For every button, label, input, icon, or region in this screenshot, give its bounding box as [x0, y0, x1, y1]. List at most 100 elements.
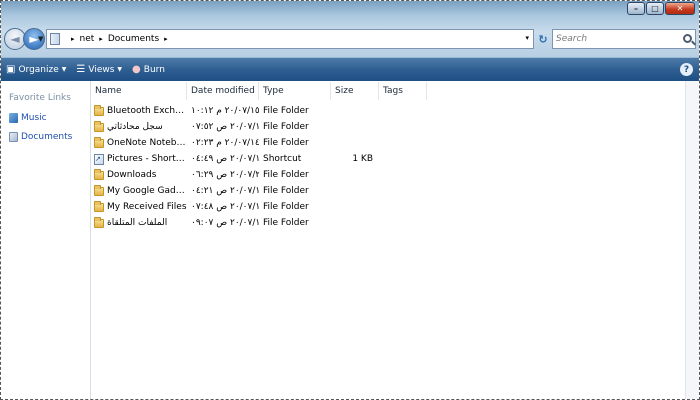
burn-button[interactable]: ● Burn — [127, 58, 170, 81]
column-header-tags[interactable]: Tags — [379, 82, 427, 100]
chevron-down-icon: ▼ — [117, 66, 123, 73]
file-type: File Folder — [263, 202, 309, 212]
file-date: ٢٠/٠٧/٢٦ ص ٠٦:٢٩ — [191, 170, 259, 180]
navigation-row: ◄ ► ▼ ▸ net ▸ Documents ▸ ▾ ↻ Search — [1, 25, 699, 53]
column-header-date-modified[interactable]: Date modified — [187, 82, 259, 100]
file-type: File Folder — [263, 138, 309, 148]
file-name: سجل محادثاتي — [107, 122, 163, 132]
file-date: ٢٠/٠٧/١٥ ص ٠٧:٥٢ — [191, 122, 259, 132]
column-header-type[interactable]: Type — [259, 82, 331, 100]
breadcrumb: ▸ net ▸ Documents ▸ — [66, 34, 168, 44]
file-name-cell: سجل محادثاتي — [91, 119, 187, 135]
breadcrumb-item-net[interactable]: net — [80, 34, 95, 44]
folder-icon — [94, 136, 104, 148]
file-name: Downloads — [107, 170, 157, 180]
file-row[interactable]: My Google Gadgets ٢٠/٠٧/١٥ ص ٠٤:٢١ File … — [91, 183, 375, 199]
recent-pages-dropdown-icon[interactable]: ▼ — [38, 35, 43, 43]
file-name-cell: My Google Gadgets — [91, 183, 187, 199]
close-button[interactable]: ✕ — [665, 2, 695, 15]
file-date: ٢٠/٠٧/١٥ م ١٠:١٢ — [191, 106, 259, 116]
file-type: Shortcut — [263, 154, 302, 164]
vertical-scrollbar[interactable] — [685, 81, 699, 399]
refresh-button[interactable]: ↻ — [535, 29, 551, 49]
file-date: ٢٠/٠٧/١٠ ص ٠٤:٤٩ — [191, 154, 259, 164]
breadcrumb-separator-icon[interactable]: ▸ — [164, 35, 168, 43]
file-size — [331, 183, 375, 199]
title-bar: – □ ✕ ◄ ► ▼ ▸ net ▸ Documents ▸ ▾ ↻ Sear… — [1, 1, 699, 57]
search-icon[interactable] — [683, 34, 692, 43]
breadcrumb-separator-icon[interactable]: ▸ — [71, 35, 75, 43]
file-date: ٢٠/٠٧/١٥ ص ٠٧:٤٨ — [191, 202, 259, 212]
organize-icon: ▣ — [6, 64, 16, 75]
favorite-link-documents[interactable]: Documents — [9, 132, 72, 142]
file-name: OneNote Notebooks — [107, 138, 187, 148]
file-size — [331, 119, 375, 135]
file-size — [331, 199, 375, 215]
search-placeholder: Search — [556, 34, 588, 44]
folder-icon — [94, 216, 104, 228]
file-name-cell: Bluetooth Exchange Fo... — [91, 103, 187, 119]
file-row[interactable]: Pictures - Shortcut ٢٠/٠٧/١٠ ص ٠٤:٤٩ Sho… — [91, 151, 375, 167]
file-name-cell: Downloads — [91, 167, 187, 183]
views-button[interactable]: ☰ Views ▼ — [71, 58, 127, 81]
chevron-down-icon: ▼ — [61, 66, 67, 73]
views-label: Views — [88, 64, 115, 75]
views-icon: ☰ — [76, 64, 86, 75]
file-name: My Received Files — [107, 202, 187, 212]
file-type: File Folder — [263, 106, 309, 116]
file-row[interactable]: الملفات المتلقاة ٢٠/٠٧/١٤ ص ٠٩:٠٧ File F… — [91, 215, 375, 231]
help-button[interactable]: ? — [680, 63, 693, 76]
file-name-cell: الملفات المتلقاة — [91, 215, 187, 231]
maximize-button[interactable]: □ — [646, 2, 664, 15]
column-header-name[interactable]: Name — [91, 82, 187, 100]
file-name: Bluetooth Exchange Fo... — [107, 106, 187, 116]
column-header-filler — [427, 82, 699, 100]
shortcut-icon — [94, 151, 104, 167]
file-row[interactable]: Downloads ٢٠/٠٧/٢٦ ص ٠٦:٢٩ File Folder — [91, 167, 375, 183]
organize-label: Organize — [18, 64, 59, 75]
file-name-cell: Pictures - Shortcut — [91, 151, 187, 167]
file-name: Pictures - Shortcut — [107, 154, 187, 164]
music-icon — [9, 113, 18, 123]
file-name: My Google Gadgets — [107, 186, 187, 196]
file-name-cell: OneNote Notebooks — [91, 135, 187, 151]
disc-icon: ● — [132, 64, 141, 75]
file-name-cell: My Received Files — [91, 199, 187, 215]
file-row[interactable]: OneNote Notebooks ٢٠/٠٧/١٤ م ٠٢:٢٣ File … — [91, 135, 375, 151]
address-bar[interactable]: ▸ net ▸ Documents ▸ ▾ — [46, 29, 534, 49]
file-row[interactable]: Bluetooth Exchange Fo... ٢٠/٠٧/١٥ م ١٠:١… — [91, 103, 375, 119]
favorite-link-label: Music — [21, 113, 47, 123]
favorite-link-label: Documents — [21, 132, 73, 142]
explorer-window: – □ ✕ ◄ ► ▼ ▸ net ▸ Documents ▸ ▾ ↻ Sear… — [0, 0, 700, 400]
column-headers: Name Date modified Type Size Tags — [91, 82, 699, 100]
file-size — [331, 103, 375, 119]
file-row[interactable]: My Received Files ٢٠/٠٧/١٥ ص ٠٧:٤٨ File … — [91, 199, 375, 215]
burn-label: Burn — [143, 64, 165, 75]
file-row[interactable]: سجل محادثاتي ٢٠/٠٧/١٥ ص ٠٧:٥٢ File Folde… — [91, 119, 375, 135]
navigation-pane: Favorite Links Music Documents — [1, 81, 91, 399]
folder-icon — [94, 104, 104, 116]
computer-icon — [50, 33, 60, 45]
column-header-size[interactable]: Size — [331, 82, 379, 100]
favorite-links-heading: Favorite Links — [9, 93, 71, 103]
caption-buttons: – □ ✕ — [626, 2, 695, 16]
file-size: 1 KB — [352, 154, 373, 164]
folder-icon — [94, 168, 104, 180]
search-input[interactable]: Search — [552, 29, 696, 49]
favorite-link-music[interactable]: Music — [9, 113, 47, 123]
file-date: ٢٠/٠٧/١٥ ص ٠٤:٢١ — [191, 186, 259, 196]
file-size — [331, 215, 375, 231]
file-size — [331, 167, 375, 183]
file-list: Name Date modified Type Size Tags Blueto… — [91, 81, 699, 399]
organize-button[interactable]: ▣ Organize ▼ — [1, 58, 71, 81]
breadcrumb-item-documents[interactable]: Documents — [108, 34, 159, 44]
file-date: ٢٠/٠٧/١٤ ص ٠٩:٠٧ — [191, 218, 259, 228]
folder-icon — [94, 184, 104, 196]
folder-icon — [94, 120, 104, 132]
minimize-button[interactable]: – — [627, 2, 645, 15]
file-date: ٢٠/٠٧/١٤ م ٠٢:٢٣ — [191, 138, 259, 148]
file-type: File Folder — [263, 170, 309, 180]
address-dropdown-icon[interactable]: ▾ — [525, 34, 529, 42]
file-name: الملفات المتلقاة — [107, 218, 168, 228]
breadcrumb-separator-icon[interactable]: ▸ — [99, 35, 103, 43]
